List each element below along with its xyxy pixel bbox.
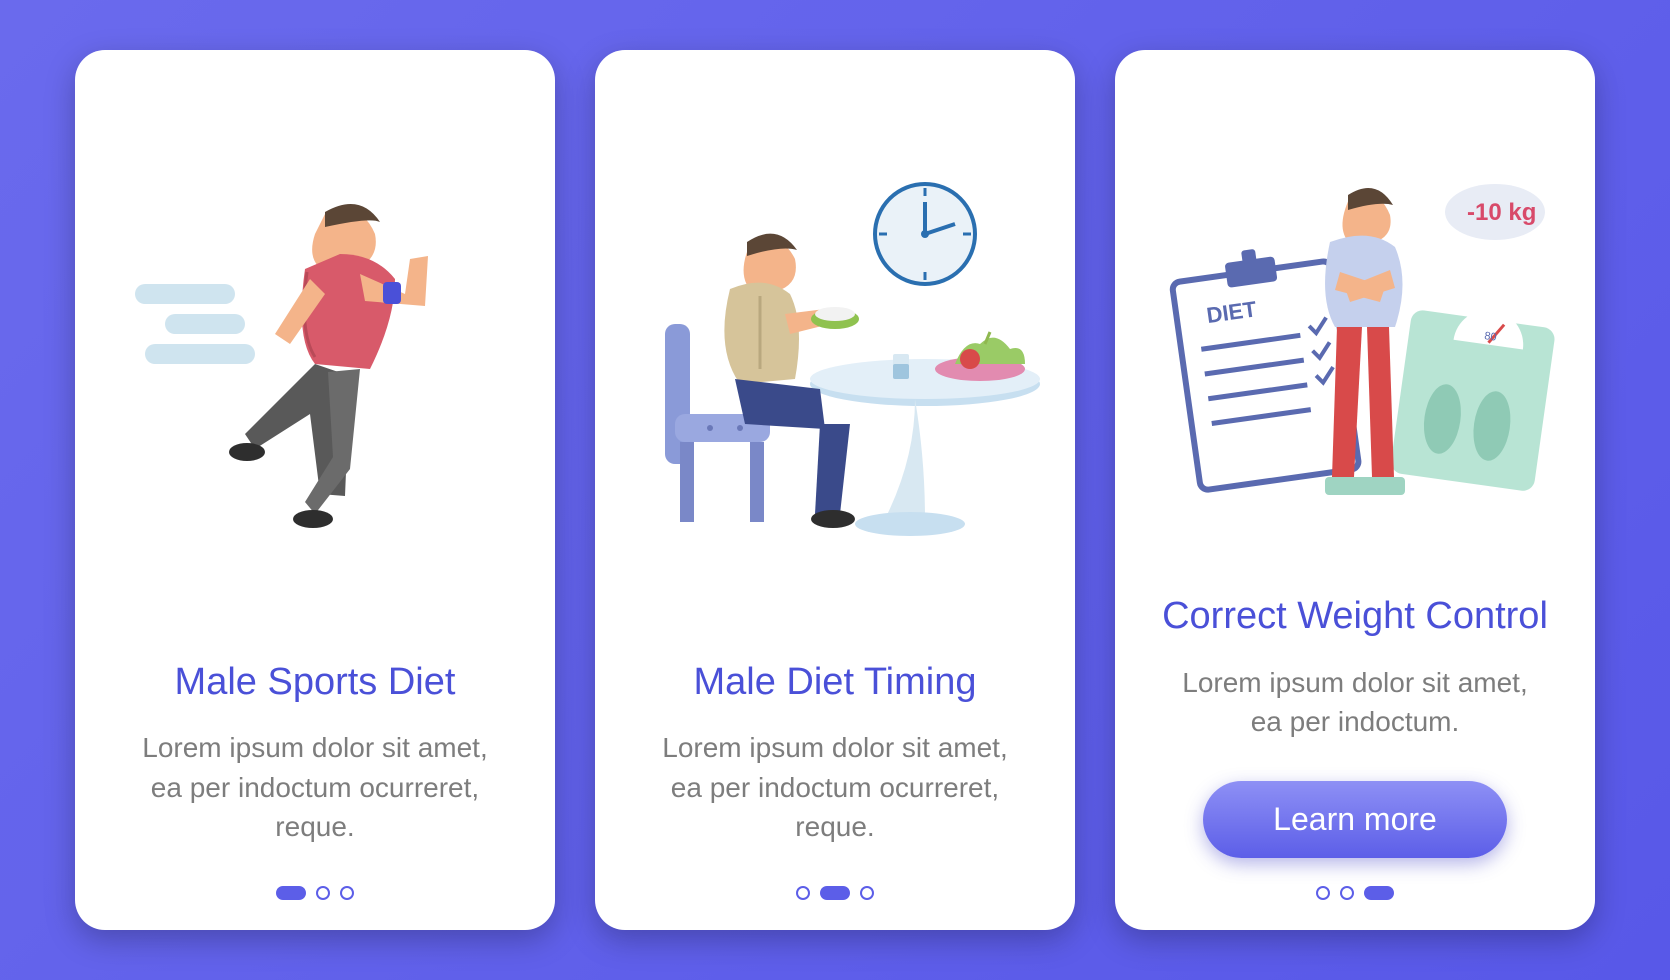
onboarding-card-diet-timing: Male Diet Timing Lorem ipsum dolor sit a… <box>595 50 1075 930</box>
page-dot-3[interactable] <box>860 886 874 900</box>
illustration-running-man <box>105 90 525 659</box>
page-dot-1[interactable] <box>1316 886 1330 900</box>
page-dot-2[interactable] <box>1340 886 1354 900</box>
illustration-eating-man <box>625 90 1045 659</box>
page-dot-3[interactable] <box>1364 886 1394 900</box>
card-title: Male Sports Diet <box>175 659 456 707</box>
onboarding-card-weight-control: DIET 80 -10 kg <box>1115 50 1595 930</box>
page-dot-1[interactable] <box>796 886 810 900</box>
page-indicator <box>276 886 354 900</box>
page-dot-3[interactable] <box>340 886 354 900</box>
card-title: Male Diet Timing <box>694 659 977 707</box>
page-indicator <box>1316 886 1394 900</box>
scale-value: 80 <box>1484 330 1498 344</box>
card-description: Lorem ipsum dolor sit amet, ea per indoc… <box>105 728 525 846</box>
onboarding-card-sports-diet: Male Sports Diet Lorem ipsum dolor sit a… <box>75 50 555 930</box>
page-indicator <box>796 886 874 900</box>
weight-badge: -10 kg <box>1467 199 1536 226</box>
page-dot-2[interactable] <box>820 886 850 900</box>
learn-more-button[interactable]: Learn more <box>1203 781 1507 858</box>
card-description: Lorem ipsum dolor sit amet, ea per indoc… <box>625 728 1045 846</box>
page-dot-1[interactable] <box>276 886 306 900</box>
card-description: Lorem ipsum dolor sit amet, ea per indoc… <box>1145 663 1565 741</box>
card-title: Correct Weight Control <box>1162 593 1548 641</box>
page-dot-2[interactable] <box>316 886 330 900</box>
illustration-weight-control: DIET 80 -10 kg <box>1145 90 1565 593</box>
